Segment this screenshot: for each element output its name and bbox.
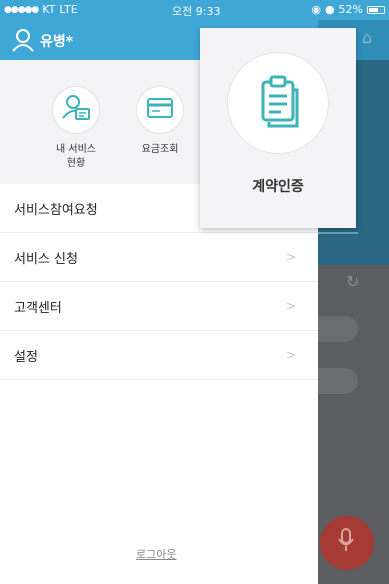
carrier-label: KT — [42, 3, 56, 16]
menu-item-settings[interactable]: 설정 > — [0, 331, 318, 380]
quick-action-my-service[interactable]: 내 서비스 현황 — [36, 86, 116, 171]
menu-item-label: 설정 — [14, 349, 38, 365]
user-name[interactable]: 유병* — [40, 31, 73, 51]
battery-icon — [367, 5, 385, 14]
contract-auth-card[interactable]: 계약인증 — [200, 28, 356, 228]
refresh-icon: ↻ — [346, 272, 360, 291]
status-left: ●●●●● KT LTE — [4, 3, 78, 16]
location-icon: ◉ — [311, 3, 321, 16]
quick-action-circle — [52, 86, 100, 134]
signal-strength-icon: ●●●●● — [4, 4, 39, 15]
background-pill — [318, 368, 358, 394]
battery-percent: 52% — [338, 3, 363, 16]
chevron-right-icon: > — [285, 299, 296, 313]
status-time: 오전 9:33 — [172, 5, 221, 18]
status-right: ◉ ● 52% — [311, 3, 385, 16]
menu-item-label: 서비스참여요청 — [14, 202, 98, 218]
chevron-right-icon: > — [285, 250, 296, 264]
status-bar: ●●●●● KT LTE 오전 9:33 ◉ ● 52% — [0, 0, 389, 20]
quick-action-label: 내 서비스 현황 — [56, 144, 96, 169]
quick-action-circle — [136, 86, 184, 134]
quick-action-label: 요금조회 — [141, 144, 179, 155]
menu-item-label: 고객센터 — [14, 300, 62, 316]
menu-item-customer-center[interactable]: 고객센터 > — [0, 282, 318, 331]
logout-link[interactable]: 로그아웃 — [136, 546, 176, 562]
chevron-right-icon: > — [285, 348, 296, 362]
background-pill — [318, 316, 358, 342]
credit-card-icon — [146, 97, 174, 123]
menu-item-service-apply[interactable]: 서비스 신청 > — [0, 233, 318, 282]
bell-icon: ⌂ — [362, 28, 373, 47]
background-divider — [318, 232, 358, 234]
alarm-icon: ● — [324, 3, 335, 16]
network-label: LTE — [59, 3, 78, 16]
quick-action-billing[interactable]: 요금조회 — [120, 86, 200, 157]
clipboard-document-icon — [253, 72, 303, 134]
user-card-icon — [61, 94, 91, 126]
menu-item-label: 서비스 신청 — [14, 251, 78, 267]
contract-auth-label: 계약인증 — [252, 179, 304, 195]
contract-auth-circle — [227, 52, 329, 154]
microphone-icon — [338, 528, 354, 558]
user-icon — [10, 27, 36, 53]
